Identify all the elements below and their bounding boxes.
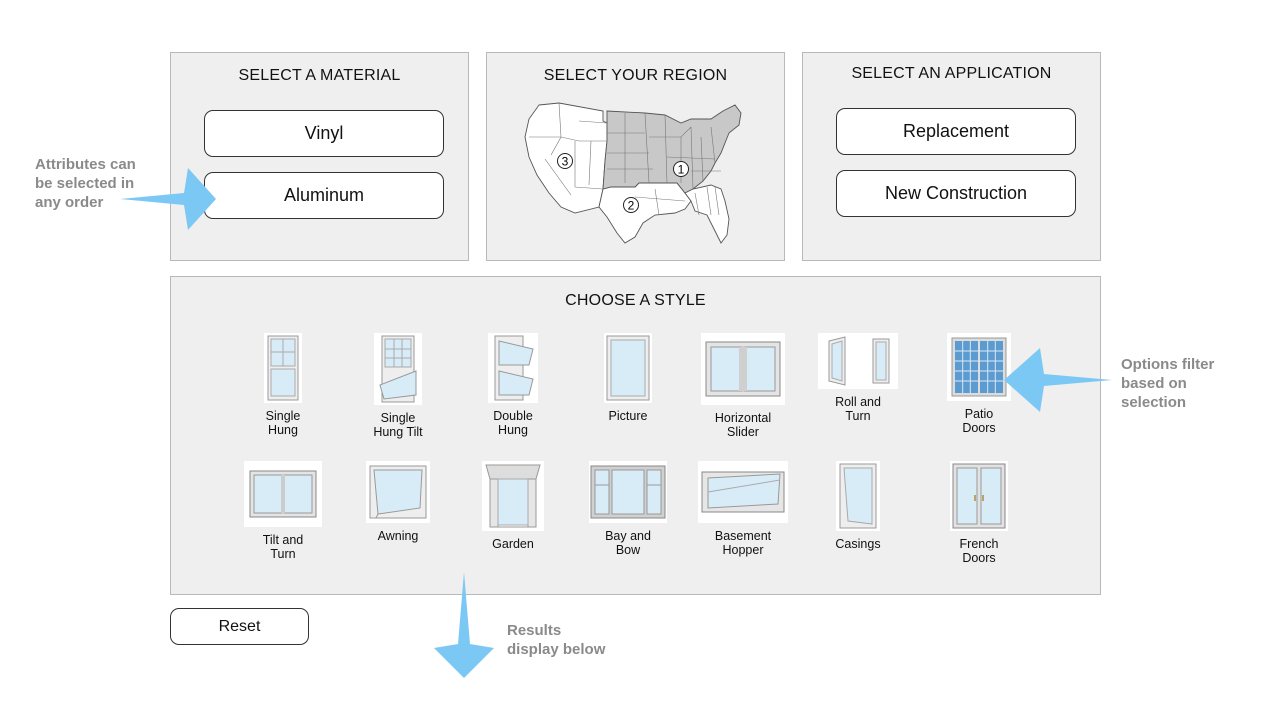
double-hung-window-icon [488,333,538,403]
style-casings[interactable]: Casings [803,461,913,551]
region-marker-1[interactable]: 1 [673,161,689,177]
us-region-map[interactable]: 3 1 2 [515,97,755,257]
awning-window-icon [366,461,430,523]
style-label: Basement Hopper [714,529,772,557]
svg-text:3: 3 [562,155,569,169]
style-label: Single Hung [265,409,301,437]
svg-text:1: 1 [678,163,685,177]
style-roll-and-turn[interactable]: Roll and Turn [803,333,913,423]
arrow-right-icon [120,168,216,230]
style-french-doors[interactable]: French Doors [924,461,1034,565]
basement-hopper-window-icon [698,461,788,523]
reset-button[interactable]: Reset [170,608,309,645]
arrow-left-icon [1004,348,1112,412]
picture-window-icon [604,333,652,403]
style-label: Single Hung Tilt [373,411,423,439]
application-replacement-button[interactable]: Replacement [836,108,1076,155]
style-picture[interactable]: Picture [573,333,683,423]
style-basement-hopper[interactable]: Basement Hopper [688,461,798,557]
horizontal-slider-window-icon [701,333,785,405]
style-label: Awning [377,529,419,543]
style-awning[interactable]: Awning [343,461,453,543]
style-panel: CHOOSE A STYLE Single Hung Single Hung T… [170,276,1101,595]
style-label: Horizontal Slider [714,411,772,439]
style-horizontal-slider[interactable]: Horizontal Slider [688,333,798,439]
casings-window-icon [836,461,880,531]
french-doors-icon [950,461,1008,531]
tilt-and-turn-window-icon [244,461,322,527]
region-marker-2[interactable]: 2 [623,197,639,213]
bay-and-bow-window-icon [589,461,667,523]
style-label: Double Hung [493,409,533,437]
garden-window-icon [482,461,544,531]
application-new-construction-button[interactable]: New Construction [836,170,1076,217]
single-hung-window-icon [264,333,302,403]
style-bay-and-bow[interactable]: Bay and Bow [573,461,683,557]
style-label: Casings [835,537,881,551]
style-label: Bay and Bow [605,529,651,557]
style-single-hung-tilt[interactable]: Single Hung Tilt [343,333,453,439]
style-tilt-and-turn[interactable]: Tilt and Turn [228,461,338,561]
region-south-shape[interactable] [598,182,692,244]
note-results: Results display below [507,622,606,658]
region-marker-3[interactable]: 3 [557,153,573,169]
note-options-filter: Options filter based on selection [1121,356,1215,411]
arrow-down-icon [434,572,494,678]
style-garden[interactable]: Garden [458,461,568,551]
region-panel: SELECT YOUR REGION 3 1 2 [486,52,785,261]
application-panel: SELECT AN APPLICATION Replacement New Co… [802,52,1101,261]
style-label: French Doors [959,537,999,565]
style-label: Tilt and Turn [262,533,304,561]
material-title: SELECT A MATERIAL [238,67,401,84]
style-title: CHOOSE A STYLE [565,292,706,309]
region-title: SELECT YOUR REGION [543,67,728,84]
region-east-shape[interactable] [602,104,742,194]
style-single-hung[interactable]: Single Hung [228,333,338,437]
style-label: Garden [492,537,534,551]
single-hung-tilt-window-icon [374,333,422,405]
material-vinyl-button[interactable]: Vinyl [204,110,444,157]
application-title: SELECT AN APPLICATION [851,65,1052,82]
style-label: Roll and Turn [835,395,881,423]
style-label: Picture [608,409,648,423]
style-double-hung[interactable]: Double Hung [458,333,568,437]
material-aluminum-button[interactable]: Aluminum [204,172,444,219]
svg-text:2: 2 [628,199,635,213]
roll-and-turn-window-icon [818,333,898,389]
